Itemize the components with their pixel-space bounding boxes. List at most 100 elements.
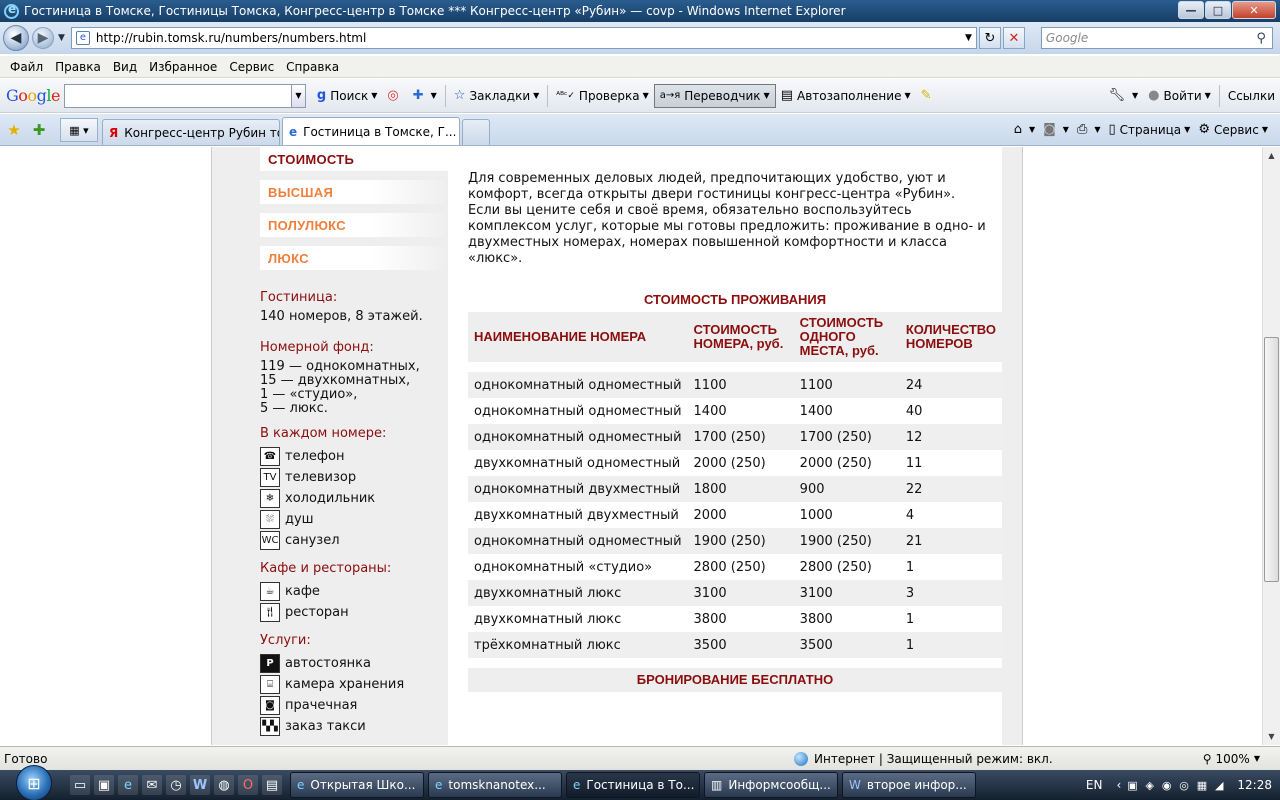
show-desktop-icon[interactable]: ▭	[70, 775, 90, 795]
history-dropdown[interactable]: ▼	[58, 33, 65, 43]
clock[interactable]: 12:28	[1237, 778, 1272, 792]
url-field[interactable]: e http://rubin.tomsk.ru/numbers/numbers.…	[70, 27, 977, 49]
cafe-heading: Кафе и рестораны:	[260, 561, 392, 576]
table-cell: 1100	[687, 372, 794, 398]
table-cell: 3500	[687, 632, 794, 658]
new-tab-button[interactable]	[462, 119, 490, 145]
translator-button[interactable]: a→я Переводчик ▼	[653, 83, 776, 108]
table-row: однокомнатный одноместный 1900 (250) 1900 …	[468, 528, 1002, 554]
task-open-school[interactable]: e Открытая Шко...	[290, 772, 424, 798]
tools-menu-button[interactable]: ⚙ Сервис ▼	[1194, 118, 1272, 142]
tray-app-icon[interactable]: ◉	[1162, 779, 1172, 792]
security-zone[interactable]: Интернет | Защищенный режим: вкл.	[794, 751, 1053, 766]
minimize-button[interactable]: —	[1178, 1, 1204, 19]
table-cell: однокомнатный одноместный	[468, 372, 688, 398]
stop-button[interactable]: ✕	[1002, 27, 1025, 49]
page-menu-button[interactable]: ▯ Страница ▼	[1105, 118, 1195, 142]
popup-blocker-button[interactable]: ◎	[382, 84, 407, 108]
menu-edit[interactable]: Правка	[49, 60, 107, 74]
quick-tabs-button[interactable]: ▦ ▾	[60, 118, 98, 142]
menu-bar: Файл Правка Вид Избранное Сервис Справка	[0, 56, 1280, 78]
address-bar: ◀ ▶ ▼ e http://rubin.tomsk.ru/numbers/nu…	[0, 22, 1280, 54]
add-button[interactable]: ✚ ▼	[408, 84, 442, 108]
task-hotel[interactable]: e Гостиница в То...	[566, 772, 700, 798]
start-button[interactable]: ⊞	[16, 765, 52, 800]
task-tomsknanotex[interactable]: e tomsknanotex...	[428, 772, 562, 798]
translate-icon: a→я	[659, 90, 681, 101]
menu-favorites[interactable]: Избранное	[143, 60, 223, 74]
url-dropdown-icon[interactable]: ▼	[965, 33, 972, 43]
tab-hotel-active[interactable]: e Гостиница в Томске, Г... ✕	[282, 117, 460, 145]
tray-app-icon[interactable]: ▣	[1127, 779, 1137, 792]
spellcheck-button[interactable]: ᴬᴮᶜ✓ Проверка ▼	[551, 84, 653, 108]
price-table: НАИМЕНОВАНИЕ НОМЕРА СТОИМОСТЬ НОМЕРА, ру…	[468, 312, 1002, 658]
menu-help[interactable]: Справка	[280, 60, 345, 74]
autofill-button[interactable]: ▤ Автозаполнение ▼	[776, 84, 916, 108]
network-icon[interactable]: ▦	[1197, 779, 1207, 792]
forward-button[interactable]: ▶	[32, 27, 54, 49]
search-icon[interactable]: ⚲	[1256, 31, 1266, 46]
table-cell: 1700 (250)	[793, 424, 900, 450]
menu-file[interactable]: Файл	[4, 60, 49, 74]
close-tab-icon[interactable]: ✕	[456, 125, 459, 139]
menu-view[interactable]: Вид	[107, 60, 143, 74]
bookmarks-button[interactable]: ☆ Закладки ▼	[449, 84, 544, 108]
search-input[interactable]: Google ⚲	[1040, 27, 1273, 49]
tab-rubin[interactable]: Я Конгресс-центр Рубин то...	[102, 119, 280, 145]
amenity-parking: Pавтостоянка	[260, 653, 448, 674]
side-menu-item-lux[interactable]: ЛЮКС	[260, 246, 448, 270]
ie-quicklaunch-icon[interactable]: e	[118, 775, 138, 795]
app-icon[interactable]: ◍	[214, 775, 234, 795]
tray-app-icon[interactable]: ◈	[1146, 779, 1154, 792]
table-cell: двухкомнатный двухместный	[468, 502, 688, 528]
close-button[interactable]: ✕	[1232, 1, 1276, 19]
amenity-luggage: ⌸ камера хранения	[260, 674, 448, 695]
print-button[interactable]: ⎙ ▼	[1073, 118, 1105, 142]
task-inform[interactable]: ▥ Информсообщ...	[704, 772, 838, 798]
table-cell: 3500	[793, 632, 900, 658]
opera-icon[interactable]: O	[238, 775, 258, 795]
google-search-dropdown[interactable]: ▼	[291, 83, 306, 108]
home-button[interactable]: ⌂ ▼	[1010, 118, 1039, 142]
highlight-button[interactable]: ✎	[916, 84, 941, 108]
settings-button[interactable]: 🔧︎ ▼	[1103, 84, 1143, 108]
table-cell: трёхкомнатный люкс	[468, 632, 688, 658]
back-button[interactable]: ◀	[3, 25, 29, 51]
add-favorites-icon[interactable]: ✚	[28, 117, 50, 143]
switch-windows-icon[interactable]: ▣	[94, 775, 114, 795]
table-row: двухкомнатный люкс 3100 3100 3	[468, 580, 1002, 606]
links-button[interactable]: Ссылки	[1223, 84, 1280, 108]
volume-icon[interactable]: ◢	[1215, 779, 1223, 792]
price-table-title: СТОИМОСТЬ ПРОЖИВАНИЯ	[643, 292, 827, 307]
side-menu-item-semilux[interactable]: ПОЛУЛЮКС	[260, 213, 448, 237]
quick-launch: ▭ ▣ e ✉ ◷ W ◍ O ▤	[70, 775, 286, 795]
search-placeholder: Google	[1045, 31, 1089, 45]
menu-tools[interactable]: Сервис	[223, 60, 280, 74]
signin-button[interactable]: ● Войти ▼	[1143, 84, 1216, 108]
tray-app-icon[interactable]: ◎	[1179, 779, 1189, 792]
scroll-down-icon[interactable]: ▼	[1263, 728, 1280, 745]
scroll-thumb[interactable]	[1264, 337, 1279, 582]
tray-expand-icon[interactable]: ‹	[1116, 778, 1121, 792]
favorites-star-icon[interactable]: ★	[3, 117, 25, 143]
task-second-inform[interactable]: Wвторое инфор...	[842, 772, 976, 798]
explorer-icon[interactable]: ▤	[262, 775, 282, 795]
refresh-button[interactable]: ↻	[978, 27, 1001, 49]
vertical-scrollbar[interactable]: ▲ ▼	[1262, 147, 1280, 745]
clock-app-icon[interactable]: ◷	[166, 775, 186, 795]
zoom-control[interactable]: ⚲ 100% ▼	[1203, 752, 1260, 766]
rss-icon: ◙	[1043, 122, 1056, 137]
google-search-input[interactable]	[63, 83, 292, 108]
google-search-button[interactable]: g Поиск ▼	[312, 84, 382, 108]
maximize-button[interactable]: □	[1205, 1, 1231, 19]
side-menu-item-highest[interactable]: ВЫСШАЯ	[260, 180, 448, 204]
language-indicator[interactable]: EN	[1086, 778, 1103, 792]
table-cell: 4	[899, 502, 1002, 528]
scroll-up-icon[interactable]: ▲	[1263, 147, 1280, 164]
table-cell: двухкомнатный одноместный	[468, 450, 688, 476]
table-cell: однокомнатный одноместный	[468, 398, 688, 424]
word-icon[interactable]: W	[190, 775, 210, 795]
side-menu-item-cost[interactable]: СТОИМОСТЬ	[260, 147, 448, 171]
mail-icon[interactable]: ✉	[142, 775, 162, 795]
feeds-button[interactable]: ◙ ▼	[1039, 118, 1073, 142]
